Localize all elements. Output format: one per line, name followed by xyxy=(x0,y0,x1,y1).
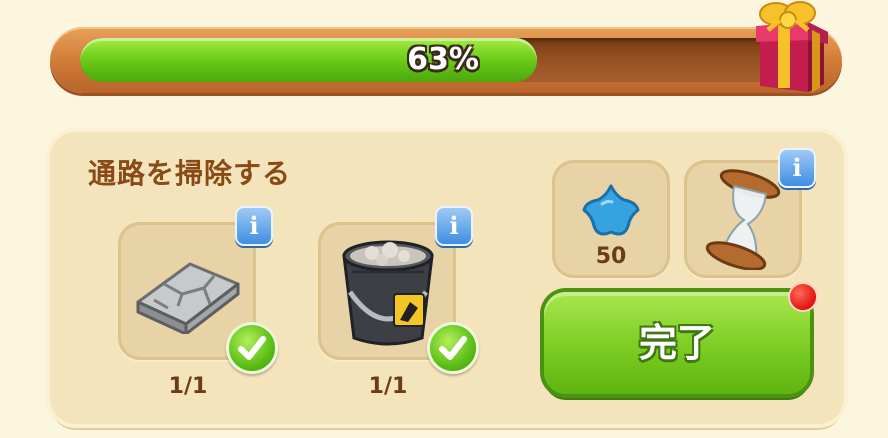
notification-dot xyxy=(788,282,818,312)
task-title: 通路を掃除する xyxy=(88,157,292,190)
info-button-timer[interactable]: i xyxy=(778,148,816,188)
item-count-2: 1/1 xyxy=(368,374,408,399)
bucket-icon xyxy=(342,240,434,346)
check-icon-item-1 xyxy=(226,322,278,374)
stone-tile-icon xyxy=(136,262,240,334)
checkmark-icon xyxy=(238,336,266,360)
gift-box-icon[interactable] xyxy=(750,0,834,92)
reward-star-amount: 50 xyxy=(595,244,627,269)
checkmark-icon xyxy=(439,336,467,360)
info-button-item-1[interactable]: i xyxy=(235,206,273,246)
complete-button-label: 完了 xyxy=(638,321,715,365)
reward-star-slot[interactable]: 50 xyxy=(552,160,670,278)
progress-percent-label: 63% xyxy=(407,42,479,77)
check-icon-item-2 xyxy=(427,322,479,374)
complete-button[interactable]: 完了 xyxy=(544,292,810,394)
hourglass-icon xyxy=(705,169,781,270)
info-button-item-2[interactable]: i xyxy=(435,206,473,246)
item-count-1: 1/1 xyxy=(168,374,208,399)
blue-star-icon xyxy=(582,184,640,236)
